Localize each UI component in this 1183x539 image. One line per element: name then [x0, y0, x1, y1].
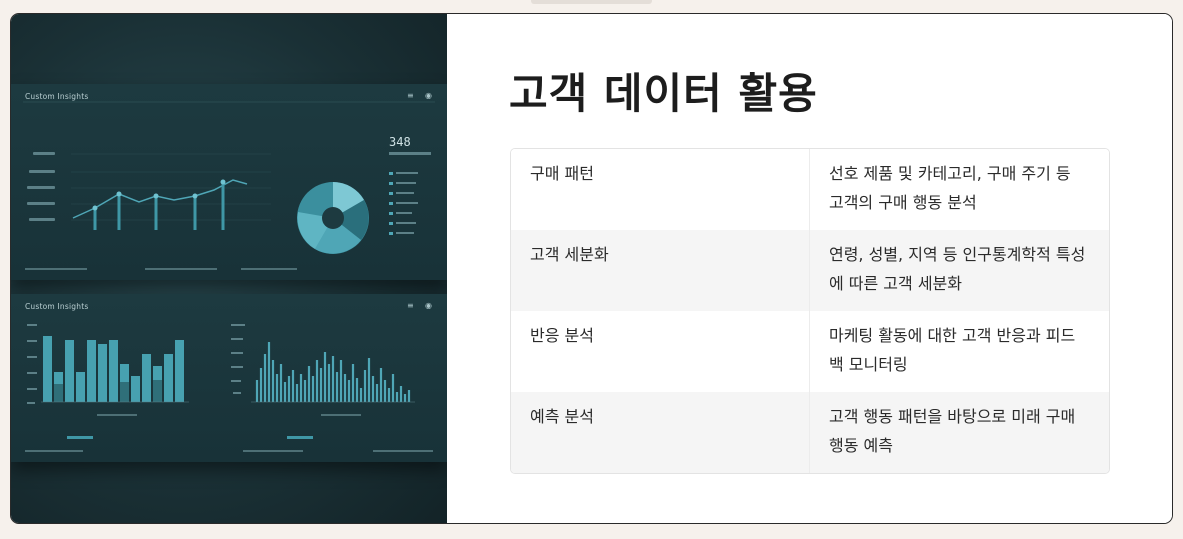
table-row: 고객 세분화 연령, 성별, 지역 등 인구통계학적 특성에 따른 고객 세분화	[511, 230, 1109, 311]
row-description: 고객 행동 패턴을 바탕으로 미래 구매 행동 예측	[828, 407, 1076, 455]
row-label: 예측 분석	[511, 392, 810, 473]
top-tab-indicator	[531, 0, 652, 4]
dashboard-image: Custom Insights ≡ ◉ 348 Custom Insights …	[11, 14, 447, 523]
table-row: 반응 분석 마케팅 활동에 대한 고객 반응과 피드백 모니터링	[511, 311, 1109, 392]
row-label: 고객 세분화	[511, 230, 810, 311]
slide: Custom Insights ≡ ◉ 348 Custom Insights …	[10, 13, 1173, 524]
dashboard-bottom-panel: Custom Insights ≡ ◉	[11, 294, 447, 462]
dashboard-top-graphics: 348	[23, 101, 435, 270]
dashboard-top-panel: Custom Insights ≡ ◉ 348	[11, 84, 447, 280]
row-description: 연령, 성별, 지역 등 인구통계학적 특성에 따른 고객 세분화	[828, 245, 1086, 293]
row-label: 구매 패턴	[511, 149, 810, 230]
metric-value: 348	[389, 135, 411, 149]
row-description: 선호 제품 및 카테고리, 구매 주기 등 고객의 구매 행동 분석	[828, 164, 1071, 212]
table-row: 구매 패턴 선호 제품 및 카테고리, 구매 주기 등 고객의 구매 행동 분석	[511, 149, 1109, 230]
info-table: 구매 패턴 선호 제품 및 카테고리, 구매 주기 등 고객의 구매 행동 분석…	[510, 148, 1110, 474]
page-title: 고객 데이터 활용	[509, 69, 818, 118]
row-description: 마케팅 활동에 대한 고객 반응과 피드백 모니터링	[828, 326, 1076, 374]
content-area: 고객 데이터 활용 구매 패턴 선호 제품 및 카테고리, 구매 주기 등 고객…	[447, 14, 1172, 523]
dashboard-bottom-graphics	[25, 324, 433, 452]
row-label: 반응 분석	[511, 311, 810, 392]
table-row: 예측 분석 고객 행동 패턴을 바탕으로 미래 구매 행동 예측	[511, 392, 1109, 473]
